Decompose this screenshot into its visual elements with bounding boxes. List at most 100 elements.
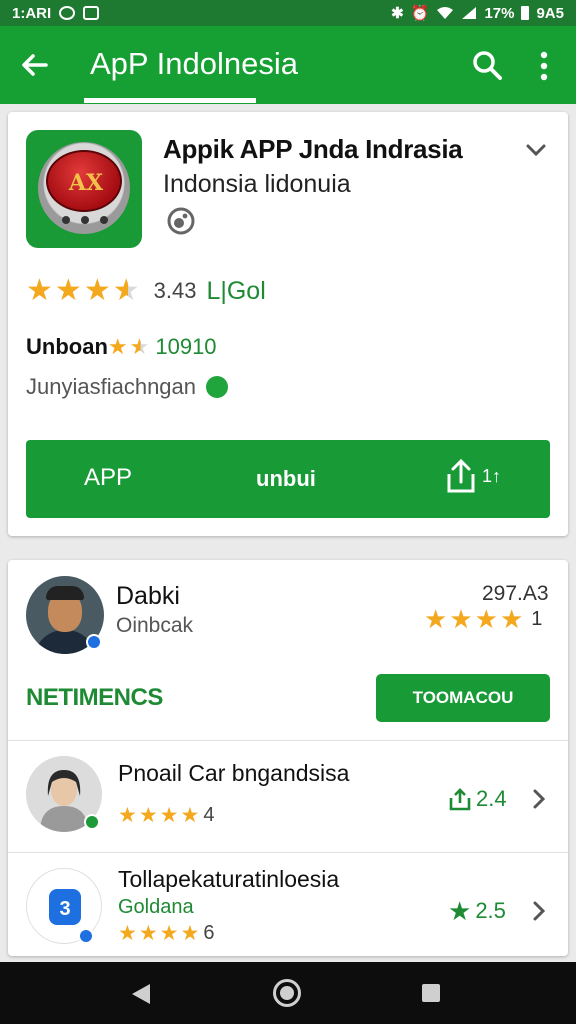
chevron-right-icon[interactable]: [530, 900, 548, 922]
share-icon: [449, 788, 471, 811]
secondary-action-button[interactable]: unbui: [256, 466, 316, 492]
app-icon-face: AX: [46, 150, 122, 212]
carrier-label: 1:ARI: [12, 4, 52, 22]
status-left: 1:ARI: [12, 4, 100, 22]
review-score: 297.A3: [482, 582, 549, 605]
developer-icon[interactable]: [166, 206, 196, 236]
list-item-metric-value: 2.5: [475, 898, 506, 923]
reviewer-subtitle: Oinbcak: [116, 614, 194, 637]
sync-icon: [59, 6, 76, 20]
status-bar: 1:ARI ✱ ⏰ 17% 9A5: [0, 0, 576, 26]
status-right: ✱ ⏰ 17% 9A5: [391, 4, 564, 23]
battery-icon: [521, 6, 530, 20]
unbo-value: 10910: [155, 334, 217, 359]
reviewer-badge-icon: [86, 634, 102, 650]
list-item-rating: ★ ★ ★ ★ 4: [118, 804, 214, 827]
nav-home-icon[interactable]: [273, 979, 301, 1007]
rating-stars: ★ ★ ★ ★: [26, 276, 140, 306]
star-icon: ★: [449, 604, 473, 634]
clock: 9A5: [536, 4, 564, 22]
star-icon: ★: [474, 604, 498, 634]
signal-icon: [462, 7, 477, 19]
divider: [8, 852, 568, 853]
app-icon-logo: AX: [68, 170, 104, 196]
notification-icon: [83, 6, 100, 20]
list-item-metric: 2.4: [448, 786, 507, 812]
share-count: 1↑: [482, 465, 502, 486]
star-icon: ★: [180, 922, 200, 945]
star-icon: ★: [448, 896, 472, 926]
star-icon: ★: [107, 334, 128, 359]
review-stars: ★ ★ ★ ★: [424, 606, 523, 632]
category-label: Junyiasfiachngan: [26, 374, 197, 399]
app-icon[interactable]: AX: [26, 130, 142, 248]
list-item-stars: ★ ★ ★ ★: [118, 805, 199, 826]
star-icon: ★: [138, 922, 158, 945]
app-badge-icon: [78, 928, 94, 944]
star-icon: ★: [138, 804, 158, 827]
rating-count: L|Gol: [206, 276, 266, 305]
app-icon-buttons: [62, 216, 108, 224]
share-button[interactable]: 1↑: [444, 458, 501, 494]
rating-value: 3.43: [153, 278, 197, 303]
install-button[interactable]: APP: [84, 464, 132, 492]
chevron-down-icon[interactable]: [524, 138, 548, 162]
star-icon: ★: [118, 922, 137, 945]
unbo-stars: ★ ★: [108, 336, 149, 358]
online-badge-icon: [84, 814, 100, 830]
reviewer-name: Dabki: [116, 582, 180, 610]
list-item-title[interactable]: Tollapekaturatinloesia: [118, 866, 339, 893]
app-bar-title: ApP Indolnesia: [90, 46, 298, 81]
list-item-count: 4: [203, 804, 215, 826]
svg-text:3: 3: [59, 898, 70, 920]
battery-label: 17%: [484, 4, 515, 22]
unbo-row: Unboan ★ ★ 10910: [26, 334, 217, 360]
star-icon: ★: [180, 804, 200, 827]
nav-back-icon[interactable]: [130, 982, 152, 1006]
list-item-rating: ★ ★ ★ ★ 6: [118, 922, 214, 945]
action-bar: APP unbui 1↑: [26, 440, 550, 518]
list-item-title[interactable]: Pnoail Car bngandsisa: [118, 760, 349, 787]
app-title: Appik APP Jnda Indrasia: [163, 134, 463, 164]
list-item-stars: ★ ★ ★ ★: [118, 923, 199, 944]
star-icon: ★: [424, 604, 448, 634]
alarm-icon: ⏰: [410, 5, 430, 22]
section-action-button[interactable]: TOOMACOU: [376, 674, 550, 722]
app-icon-disc: AX: [38, 142, 130, 234]
app-subtitle: Indonsia lidonuia: [163, 170, 351, 198]
star-icon: ★: [118, 804, 137, 827]
unbo-label: Unboan: [26, 334, 108, 359]
verified-badge-icon: [206, 376, 229, 398]
star-icon: ★: [26, 274, 53, 307]
app-details-card: AX Appik APP Jnda Indrasia Indonsia lido…: [8, 112, 568, 536]
star-icon: ★: [54, 274, 82, 307]
back-arrow-icon[interactable]: [18, 48, 52, 82]
section-title: NETIMENCS: [26, 684, 163, 711]
star-icon: ★: [499, 604, 524, 634]
app-bar: ApP Indolnesia: [0, 26, 576, 104]
star-icon: ★: [83, 274, 111, 307]
reviews-card: Dabki Oinbcak 297.A3 ★ ★ ★ ★ 1 NETIMENCS TO…: [8, 560, 568, 956]
list-item-metric: ★ 2.5: [448, 898, 506, 924]
divider: [8, 740, 568, 741]
half-star-icon: ★: [112, 274, 140, 307]
search-icon[interactable]: [470, 48, 504, 82]
review-stars-row: ★ ★ ★ ★ 1: [424, 606, 542, 632]
tab-indicator: [84, 98, 256, 103]
list-item-metric-value: 2.4: [476, 786, 507, 811]
more-options-icon[interactable]: [534, 50, 554, 82]
list-item-count: 6: [203, 922, 215, 944]
review-count: 1: [531, 607, 543, 630]
category-row: Junyiasfiachngan: [26, 374, 229, 400]
half-star-icon: ★: [129, 334, 150, 359]
nav-recents-icon[interactable]: [422, 984, 440, 1002]
system-nav-bar: [0, 962, 576, 1024]
rating-row: ★ ★ ★ ★ 3.43 L|Gol: [26, 276, 266, 306]
chevron-right-icon[interactable]: [530, 788, 548, 810]
star-icon: ★: [159, 804, 179, 827]
list-item-subtitle: Goldana: [118, 896, 194, 918]
star-icon: ★: [159, 922, 179, 945]
share-icon: [447, 458, 475, 493]
bluetooth-icon: ✱: [391, 5, 404, 22]
wifi-icon: [437, 7, 454, 19]
